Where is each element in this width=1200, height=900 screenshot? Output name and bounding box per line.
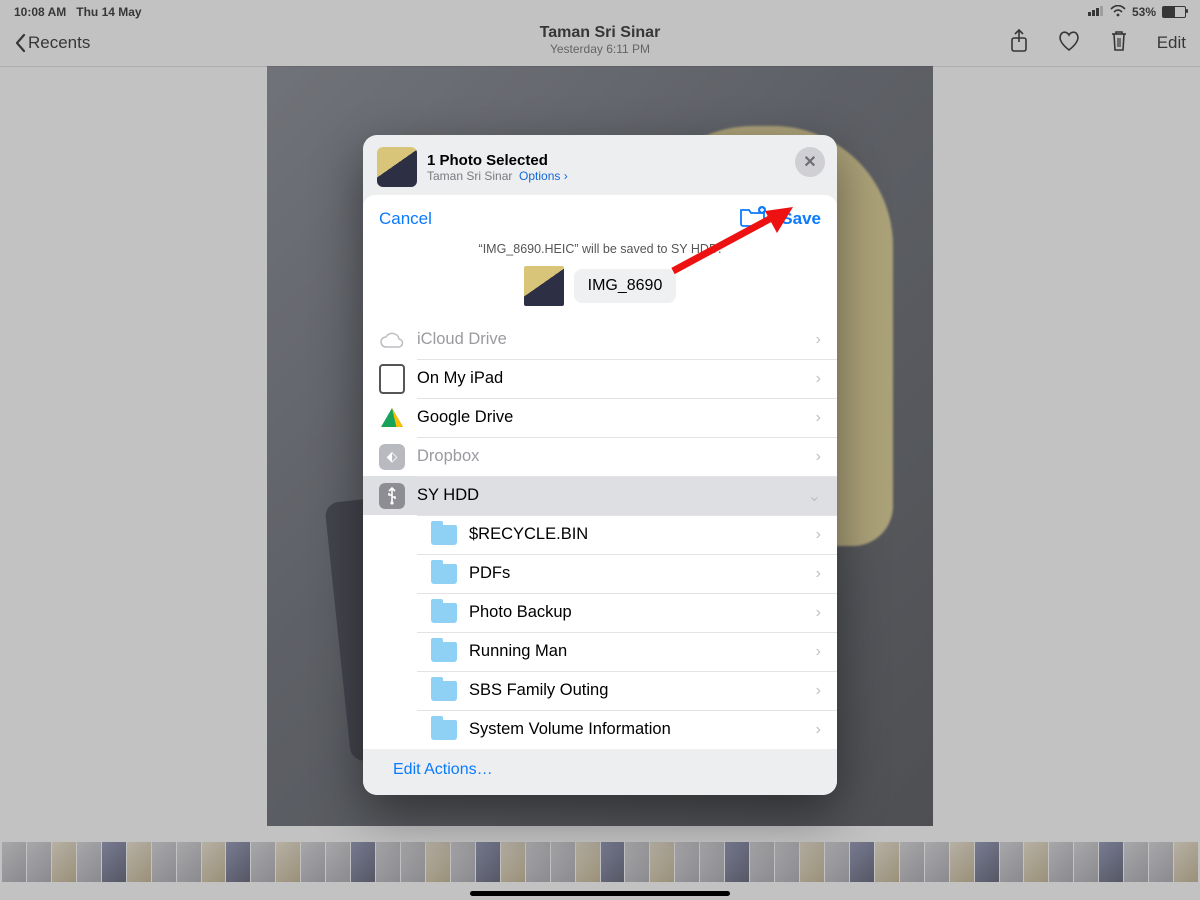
share-sheet: 1 Photo Selected Taman Sri Sinar Options… (363, 135, 837, 795)
folder-system-volume-information[interactable]: System Volume Information › (363, 710, 837, 749)
folder-sbs-family-outing[interactable]: SBS Family Outing › (363, 671, 837, 710)
folder-icon (431, 717, 457, 743)
ipad-icon (379, 366, 405, 392)
share-title: 1 Photo Selected (427, 152, 568, 169)
chevron-right-icon: › (816, 682, 821, 700)
location-icloud[interactable]: iCloud Drive › (363, 320, 837, 359)
save-button[interactable]: Save (781, 209, 821, 229)
chevron-right-icon: › (816, 409, 821, 427)
location-list[interactable]: iCloud Drive › On My iPad › Google Drive… (363, 320, 837, 749)
google-drive-icon (379, 405, 405, 431)
save-hint: “IMG_8690.HEIC” will be saved to SY HDD. (363, 238, 837, 266)
location-google-drive[interactable]: Google Drive › (363, 398, 837, 437)
share-subtitle: Taman Sri Sinar (427, 169, 512, 183)
location-dropbox[interactable]: ⬖ Dropbox › (363, 437, 837, 476)
folder-icon (431, 522, 457, 548)
folder-photo-backup[interactable]: Photo Backup › (363, 593, 837, 632)
location-sy-hdd[interactable]: SY HDD ⌄ (363, 476, 837, 515)
folder-running-man[interactable]: Running Man › (363, 632, 837, 671)
folder-icon (431, 678, 457, 704)
folder-icon (431, 600, 457, 626)
cloud-icon (379, 327, 405, 353)
folder-recycle-bin[interactable]: $RECYCLE.BIN › (363, 515, 837, 554)
close-button[interactable]: ✕ (795, 147, 825, 177)
edit-actions-link[interactable]: Edit Actions… (363, 749, 837, 795)
chevron-down-icon: ⌄ (808, 486, 821, 506)
file-thumbnail (524, 266, 564, 306)
share-options-link[interactable]: Options › (519, 169, 568, 183)
close-icon: ✕ (803, 152, 816, 172)
usb-drive-icon (379, 483, 405, 509)
dropbox-icon: ⬖ (379, 444, 405, 470)
chevron-right-icon: › (816, 448, 821, 466)
share-thumbnail (377, 147, 417, 187)
chevron-right-icon: › (816, 331, 821, 349)
chevron-right-icon: › (816, 370, 821, 388)
chevron-right-icon: › (816, 721, 821, 739)
cancel-button[interactable]: Cancel (379, 209, 432, 229)
chevron-right-icon: › (816, 604, 821, 622)
chevron-right-icon: › (816, 643, 821, 661)
filename-field[interactable]: IMG_8690 (574, 269, 677, 303)
folder-pdfs[interactable]: PDFs › (363, 554, 837, 593)
folder-icon (431, 639, 457, 665)
home-indicator[interactable] (470, 891, 730, 896)
share-sheet-header: 1 Photo Selected Taman Sri Sinar Options… (363, 135, 837, 195)
location-on-my-ipad[interactable]: On My iPad › (363, 359, 837, 398)
folder-icon (431, 561, 457, 587)
new-folder-icon[interactable] (739, 205, 767, 232)
chevron-right-icon: › (816, 565, 821, 583)
chevron-right-icon: › (816, 526, 821, 544)
